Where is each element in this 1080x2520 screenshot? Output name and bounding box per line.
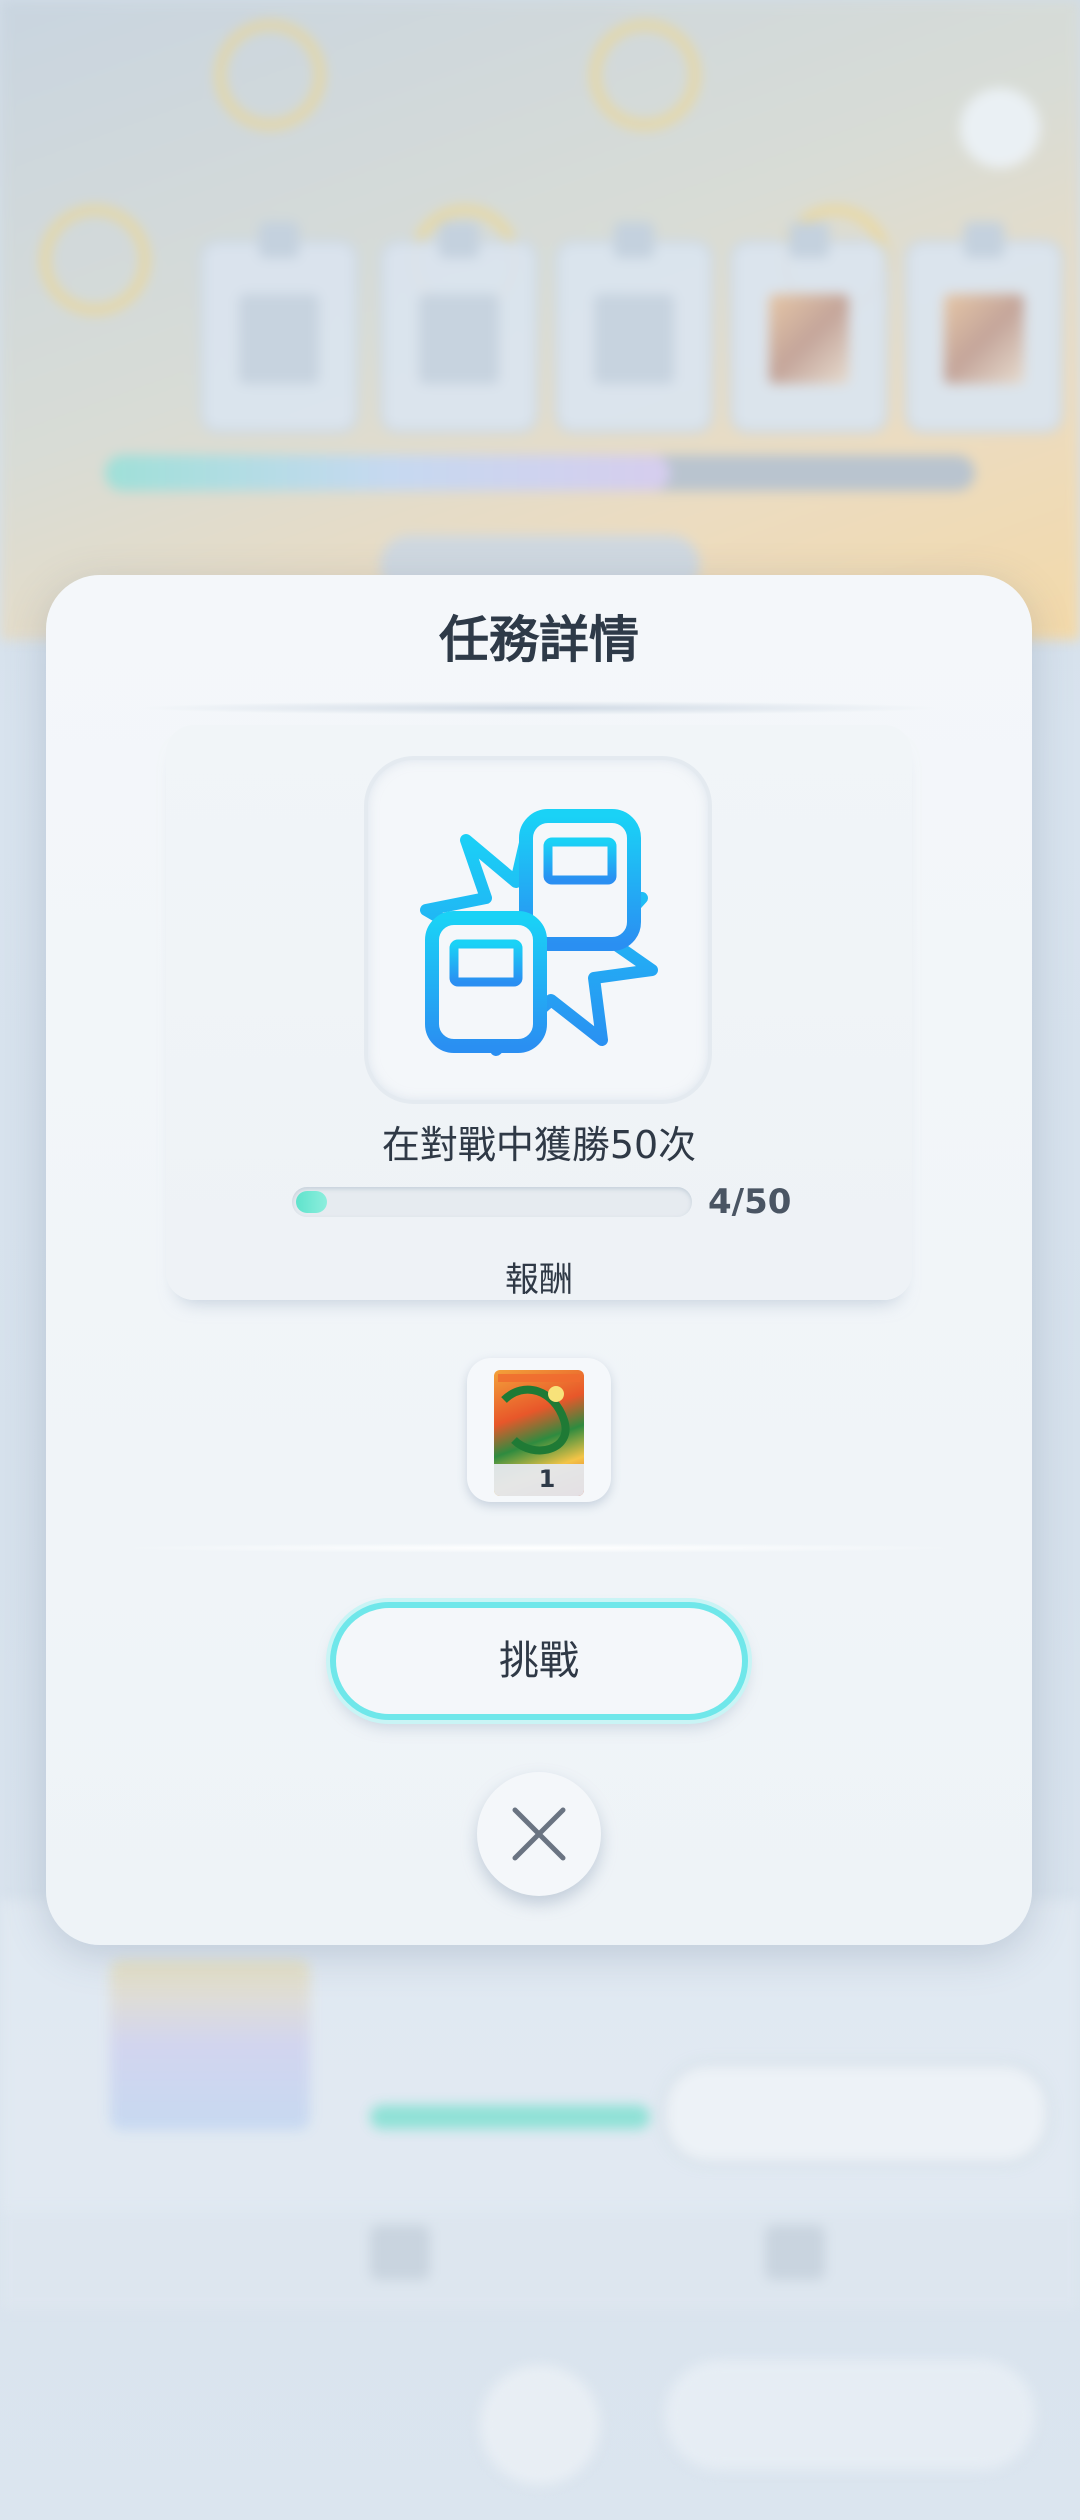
challenge-button[interactable]: 挑戰 bbox=[330, 1602, 748, 1720]
header-divider bbox=[136, 701, 942, 715]
background-thumbnail bbox=[110, 1960, 310, 2130]
reward-count: 1 bbox=[538, 1465, 556, 1493]
background-reward-card bbox=[730, 222, 888, 433]
background-decoration bbox=[215, 20, 325, 130]
mission-progress-text: 4/50 bbox=[708, 1182, 792, 1222]
background-decoration bbox=[40, 205, 150, 315]
background-mission-progress bbox=[370, 2105, 650, 2129]
background-close-button bbox=[480, 2365, 600, 2485]
mission-progress-bar bbox=[292, 1187, 692, 1217]
background-bottom-button bbox=[665, 2360, 1035, 2470]
background-reward-card bbox=[200, 222, 358, 433]
background-title bbox=[360, 95, 720, 145]
background-reward-card bbox=[905, 222, 1063, 433]
modal-title: 任務詳情 bbox=[439, 611, 639, 669]
mission-progress-fill bbox=[296, 1191, 327, 1213]
close-button[interactable] bbox=[477, 1772, 601, 1896]
background-tab-icon bbox=[765, 2225, 825, 2280]
mission-description: 在對戰中獲勝50次 bbox=[381, 1123, 697, 1167]
mission-details-modal: 任務詳情 在對戰中獲勝50次 4/50 報酬 1 挑戰 bbox=[46, 575, 1032, 1945]
background-progress-bar bbox=[105, 455, 975, 491]
background-reward-card bbox=[555, 222, 713, 433]
background-tab-icon bbox=[370, 2225, 430, 2280]
background-reward-card bbox=[380, 222, 538, 433]
reward-item[interactable]: 1 bbox=[467, 1358, 611, 1502]
background-action-button bbox=[660, 2060, 1052, 2167]
background-tab-bar bbox=[0, 2210, 1080, 2310]
background-menu-button bbox=[960, 88, 1040, 168]
mission-icon-container bbox=[368, 760, 708, 1100]
reward-label: 報酬 bbox=[505, 1260, 573, 1300]
footer-divider bbox=[106, 1543, 972, 1553]
